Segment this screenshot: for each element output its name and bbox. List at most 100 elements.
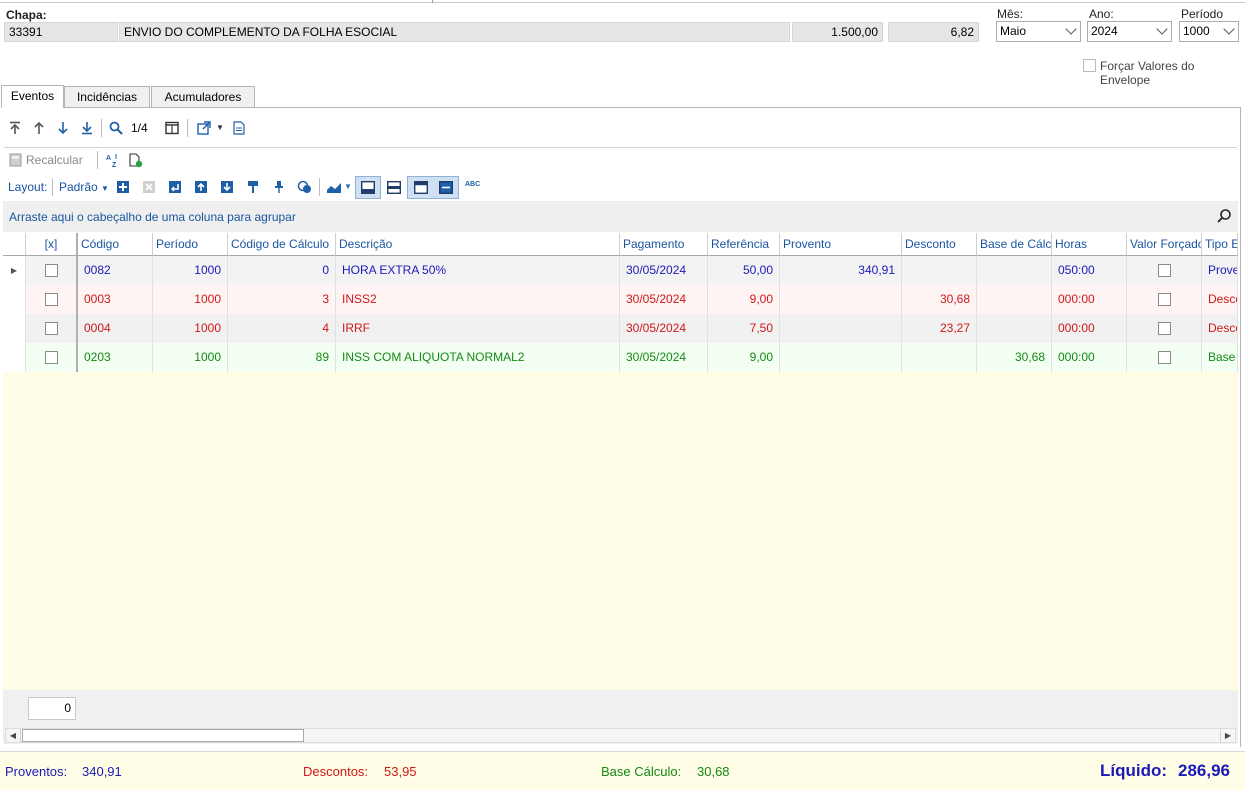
cell-base-calculo[interactable]: [977, 256, 1052, 285]
next-record-icon[interactable]: [55, 120, 71, 136]
cell-codigo[interactable]: 0004: [78, 314, 153, 343]
cell-valor-forcado-checkbox[interactable]: [1157, 351, 1171, 365]
cell-valor-forcado-checkbox[interactable]: [1157, 322, 1171, 336]
forcar-valores-checkbox[interactable]: [1083, 59, 1096, 72]
cell-pagamento[interactable]: 30/05/2024: [620, 256, 708, 285]
cell-provento[interactable]: [780, 285, 902, 314]
column-header-codigo[interactable]: Código: [78, 233, 153, 256]
column-header-valor-forcado[interactable]: Valor Forçado: [1127, 233, 1202, 256]
tab-acumuladores[interactable]: Acumuladores: [151, 86, 255, 108]
cell-periodo[interactable]: 1000: [153, 285, 228, 314]
add-row-icon[interactable]: [115, 179, 131, 195]
cell-codigo[interactable]: 0082: [78, 256, 153, 285]
cell-periodo[interactable]: 1000: [153, 343, 228, 372]
horizontal-scrollbar[interactable]: ◀ ▶: [5, 728, 1236, 743]
periodo-select[interactable]: 1000: [1179, 21, 1239, 42]
cell-base-calculo[interactable]: [977, 314, 1052, 343]
color-circles-icon[interactable]: [297, 179, 313, 195]
cell-horas[interactable]: 050:00: [1052, 256, 1127, 285]
view-bottom-panel-button[interactable]: [355, 176, 381, 199]
group-by-bar[interactable]: Arraste aqui o cabeçalho de uma coluna p…: [3, 201, 1238, 232]
cell-codigo-calculo[interactable]: 3: [228, 285, 336, 314]
column-header-desconto[interactable]: Desconto: [902, 233, 977, 256]
cell-descricao[interactable]: IRRF: [336, 314, 620, 343]
column-header-pagamento[interactable]: Pagamento: [620, 233, 708, 256]
cell-provento[interactable]: [780, 343, 902, 372]
column-header-select[interactable]: [x]: [26, 233, 78, 256]
pin-icon[interactable]: [271, 179, 287, 195]
cell-tipo-evento[interactable]: Desconto: [1202, 314, 1238, 343]
cell-tipo-evento[interactable]: Provento: [1202, 256, 1238, 285]
scroll-left-icon[interactable]: ◀: [6, 729, 21, 742]
cell-codigo[interactable]: 0003: [78, 285, 153, 314]
scrollbar-thumb[interactable]: [22, 729, 304, 742]
move-up-icon[interactable]: [193, 179, 209, 195]
amount-field[interactable]: 1.500,00: [792, 22, 883, 42]
cell-horas[interactable]: 000:00: [1052, 314, 1127, 343]
scroll-right-icon[interactable]: ▶: [1220, 729, 1235, 742]
chart-dropdown-icon[interactable]: ▼: [340, 179, 356, 195]
tab-eventos[interactable]: Eventos: [1, 85, 64, 108]
cell-provento[interactable]: [780, 314, 902, 343]
cell-pagamento[interactable]: 30/05/2024: [620, 314, 708, 343]
cell-referencia[interactable]: 9,00: [708, 285, 780, 314]
search-icon[interactable]: [1216, 208, 1232, 224]
table-row[interactable]: 0203 1000 89 INSS COM ALIQUOTA NORMAL2 30/05…: [3, 343, 1238, 372]
cell-valor-forcado-checkbox[interactable]: [1157, 264, 1171, 278]
search-icon[interactable]: [108, 120, 124, 136]
layout-padrao-dropdown[interactable]: Padrão ▼: [59, 180, 109, 194]
column-header-periodo[interactable]: Período: [153, 233, 228, 256]
cell-desconto[interactable]: 30,68: [902, 285, 977, 314]
spell-check-icon[interactable]: ABC: [465, 181, 480, 188]
paint-brush-icon[interactable]: [245, 179, 261, 195]
cell-referencia[interactable]: 9,00: [708, 343, 780, 372]
column-header-base-calculo[interactable]: Base de Cálc...: [977, 233, 1052, 256]
cell-tipo-evento[interactable]: Base: [1202, 343, 1238, 372]
last-record-icon[interactable]: [79, 120, 95, 136]
cell-base-calculo[interactable]: [977, 285, 1052, 314]
row-enter-icon[interactable]: [167, 179, 183, 195]
cell-codigo-calculo[interactable]: 0: [228, 256, 336, 285]
previous-record-icon[interactable]: [31, 120, 47, 136]
cell-horas[interactable]: 000:00: [1052, 285, 1127, 314]
sort-az-icon[interactable]: AZ: [104, 152, 120, 168]
rate-field[interactable]: 6,82: [888, 22, 979, 42]
recalcular-button[interactable]: Recalcular: [26, 153, 83, 167]
cell-periodo[interactable]: 1000: [153, 256, 228, 285]
cell-pagamento[interactable]: 30/05/2024: [620, 343, 708, 372]
tab-incidencias[interactable]: Incidências: [64, 86, 150, 108]
table-row[interactable]: ▶ 0082 1000 0 HORA EXTRA 50% 30/05/2024 50,00 3…: [3, 256, 1238, 285]
cell-base-calculo[interactable]: 30,68: [977, 343, 1052, 372]
cell-codigo-calculo[interactable]: 4: [228, 314, 336, 343]
document-check-icon[interactable]: [128, 152, 144, 168]
cell-periodo[interactable]: 1000: [153, 314, 228, 343]
columns-icon[interactable]: [164, 120, 180, 136]
chapa-field[interactable]: 33391: [4, 22, 118, 42]
row-select-checkbox[interactable]: [44, 264, 58, 278]
column-header-codigo-calculo[interactable]: Código de Cálculo: [228, 233, 336, 256]
cell-valor-forcado-checkbox[interactable]: [1157, 293, 1171, 307]
view-toggle-group[interactable]: [407, 176, 459, 199]
column-header-provento[interactable]: Provento: [780, 233, 902, 256]
cell-descricao[interactable]: HORA EXTRA 50%: [336, 256, 620, 285]
first-record-icon[interactable]: [7, 120, 23, 136]
column-header-tipo-evento[interactable]: Tipo E: [1202, 233, 1238, 256]
cell-descricao[interactable]: INSS2: [336, 285, 620, 314]
column-header-descricao[interactable]: Descrição: [336, 233, 620, 256]
ano-select[interactable]: 2024: [1087, 21, 1172, 42]
document-icon[interactable]: [231, 120, 247, 136]
view-split-icon[interactable]: [386, 179, 402, 195]
cell-desconto[interactable]: 23,27: [902, 314, 977, 343]
cell-descricao[interactable]: INSS COM ALIQUOTA NORMAL2: [336, 343, 620, 372]
cell-provento[interactable]: 340,91: [780, 256, 902, 285]
row-select-checkbox[interactable]: [44, 293, 58, 307]
column-header-referencia[interactable]: Referência: [708, 233, 780, 256]
cell-pagamento[interactable]: 30/05/2024: [620, 285, 708, 314]
export-icon[interactable]: [196, 120, 212, 136]
row-select-checkbox[interactable]: [44, 351, 58, 365]
mes-select[interactable]: Maio: [996, 21, 1081, 42]
column-header-horas[interactable]: Horas: [1052, 233, 1127, 256]
cell-horas[interactable]: 000:00: [1052, 343, 1127, 372]
cell-referencia[interactable]: 50,00: [708, 256, 780, 285]
table-row[interactable]: 0004 1000 4 IRRF 30/05/2024 7,50 23,27 000:00 De…: [3, 314, 1238, 343]
